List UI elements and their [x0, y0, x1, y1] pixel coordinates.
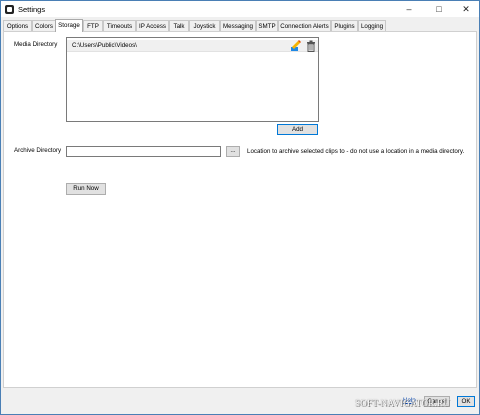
archive-hint: Location to archive selected clips to - …: [247, 148, 465, 155]
archive-directory-input[interactable]: [66, 146, 221, 157]
close-button[interactable]: ✕: [452, 1, 480, 17]
tab-ip-access[interactable]: IP Access: [136, 20, 169, 31]
tab-smtp[interactable]: SMTP: [256, 20, 278, 31]
tab-storage[interactable]: Storage: [55, 19, 83, 32]
tab-colors[interactable]: Colors: [32, 20, 56, 31]
tab-messaging[interactable]: Messaging: [220, 20, 256, 31]
tab-talk[interactable]: Talk: [169, 20, 189, 31]
media-directory-list[interactable]: C:\Users\Public\Videos\: [66, 37, 319, 122]
edit-icon[interactable]: [290, 40, 302, 52]
window-title: Settings: [18, 5, 46, 14]
app-camera-icon: [5, 5, 14, 14]
list-item[interactable]: C:\Users\Public\Videos\: [67, 40, 318, 52]
settings-window: Settings – □ ✕ Options Colors Storage FT…: [0, 0, 480, 415]
archive-directory-label: Archive Directory: [14, 147, 62, 154]
browse-button[interactable]: ...: [226, 146, 240, 157]
watermark: SOFT-NAVIGATOR.RU: [355, 398, 451, 408]
tab-logging[interactable]: Logging: [358, 20, 386, 31]
tab-options[interactable]: Options: [3, 20, 32, 31]
tab-timeouts[interactable]: Timeouts: [103, 20, 136, 31]
tab-connection-alerts[interactable]: Connection Alerts: [278, 20, 331, 31]
run-now-button[interactable]: Run Now: [66, 183, 106, 195]
media-directory-label: Media Directory: [14, 41, 58, 48]
tab-joystick[interactable]: Joystick: [189, 20, 220, 31]
trash-icon[interactable]: [305, 40, 317, 52]
minimize-button[interactable]: –: [395, 1, 423, 17]
add-button[interactable]: Add: [277, 124, 318, 135]
tab-ftp[interactable]: FTP: [83, 20, 103, 31]
title-bar: Settings – □ ✕: [1, 1, 479, 17]
media-directory-path: C:\Users\Public\Videos\: [72, 42, 137, 49]
tab-plugins[interactable]: Plugins: [331, 20, 358, 31]
ok-button[interactable]: OK: [457, 396, 475, 407]
maximize-button[interactable]: □: [425, 1, 453, 17]
